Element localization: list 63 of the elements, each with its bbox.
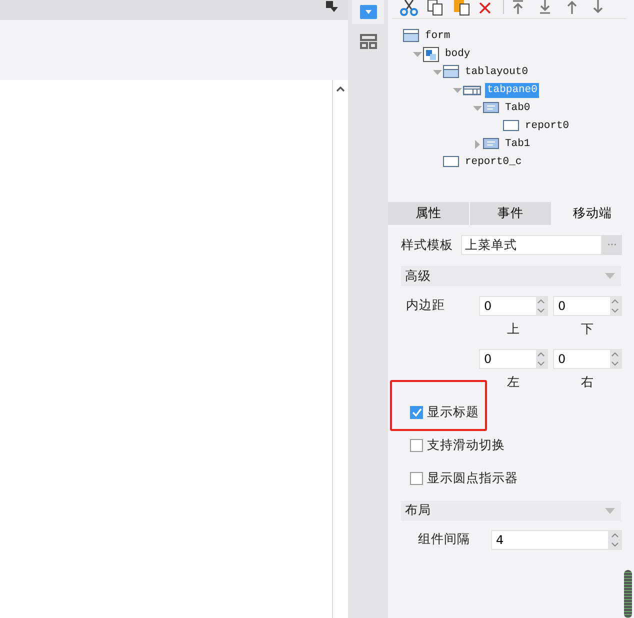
report-icon xyxy=(503,118,519,134)
collapse-arrow-icon[interactable] xyxy=(472,104,482,112)
tree-item[interactable]: report0 xyxy=(523,118,572,134)
tree-item[interactable]: Tab0 xyxy=(503,100,532,116)
field-label: 左 xyxy=(507,372,520,391)
scrollbar-thumb[interactable] xyxy=(624,570,632,618)
body-icon xyxy=(423,46,439,62)
tab-icon xyxy=(483,100,499,116)
section-header[interactable]: 高级 xyxy=(401,266,621,286)
number-spinner[interactable]: 0 xyxy=(479,348,548,369)
field-label: 右 xyxy=(581,372,594,391)
expand-arrow-icon[interactable] xyxy=(472,140,482,148)
dropdown-icon[interactable] xyxy=(360,5,376,19)
spinner-arrows-icon[interactable] xyxy=(537,350,546,367)
collapse-arrow-icon[interactable] xyxy=(432,68,442,76)
number-spinner[interactable]: 0 xyxy=(479,296,548,316)
layout-icon[interactable] xyxy=(360,34,376,49)
cut-icon[interactable] xyxy=(400,0,418,16)
field-label: 内边距 xyxy=(406,297,445,312)
spinner-arrows-icon[interactable] xyxy=(610,532,619,548)
number-spinner[interactable]: 4 xyxy=(491,530,622,550)
delete-icon[interactable] xyxy=(479,2,491,14)
collapse-arrow-icon[interactable] xyxy=(412,50,422,58)
layout-icon xyxy=(403,28,419,44)
copy-icon[interactable] xyxy=(427,0,443,16)
field-label: 样式模板 xyxy=(401,236,453,254)
paste-icon[interactable] xyxy=(454,0,470,16)
tree-item[interactable]: Tab1 xyxy=(503,136,532,152)
move-down-icon[interactable] xyxy=(592,0,604,14)
move-to-top-icon[interactable] xyxy=(512,0,524,14)
template-field[interactable]: 上菜单式 xyxy=(461,235,602,255)
tree-item[interactable]: report0_c xyxy=(463,154,524,170)
checkbox[interactable] xyxy=(410,438,423,452)
checkbox-label: 显示标题 xyxy=(427,402,479,421)
tree-item[interactable]: tablayout0 xyxy=(463,64,530,80)
caret-icon[interactable] xyxy=(605,273,615,279)
spinner-arrows-icon[interactable] xyxy=(611,298,620,314)
panel-tab[interactable]: 事件 xyxy=(470,202,552,225)
number-spinner[interactable]: 0 xyxy=(553,348,622,369)
move-to-bottom-icon[interactable] xyxy=(539,0,551,14)
tree-item[interactable]: form xyxy=(423,28,452,44)
report-icon xyxy=(443,154,459,170)
move-up-icon[interactable] xyxy=(566,0,578,14)
caret-icon[interactable] xyxy=(605,508,615,514)
checkbox[interactable] xyxy=(410,406,423,418)
number-spinner[interactable]: 0 xyxy=(553,296,622,316)
section-title: 高级 xyxy=(405,266,431,285)
tree-item[interactable]: body xyxy=(443,46,472,62)
section-header[interactable]: 布局 xyxy=(401,500,621,520)
field-label: 组件间隔 xyxy=(418,530,471,548)
checkbox[interactable] xyxy=(410,472,423,484)
field-label: 上 xyxy=(507,320,520,338)
chevron-up-icon xyxy=(336,86,345,92)
section-title: 布局 xyxy=(405,501,431,520)
field-label: 下 xyxy=(581,320,594,338)
panel-tab[interactable]: 属性 xyxy=(388,202,470,225)
checkbox-label: 支持滑动切换 xyxy=(427,436,505,454)
spinner-arrows-icon[interactable] xyxy=(611,350,620,367)
tab-icon xyxy=(483,136,499,152)
checkbox-label: 显示圆点指示器 xyxy=(427,468,518,487)
layout-icon xyxy=(443,64,459,80)
spinner-arrows-icon[interactable] xyxy=(537,298,546,314)
collapse-arrow-icon[interactable] xyxy=(452,86,462,94)
